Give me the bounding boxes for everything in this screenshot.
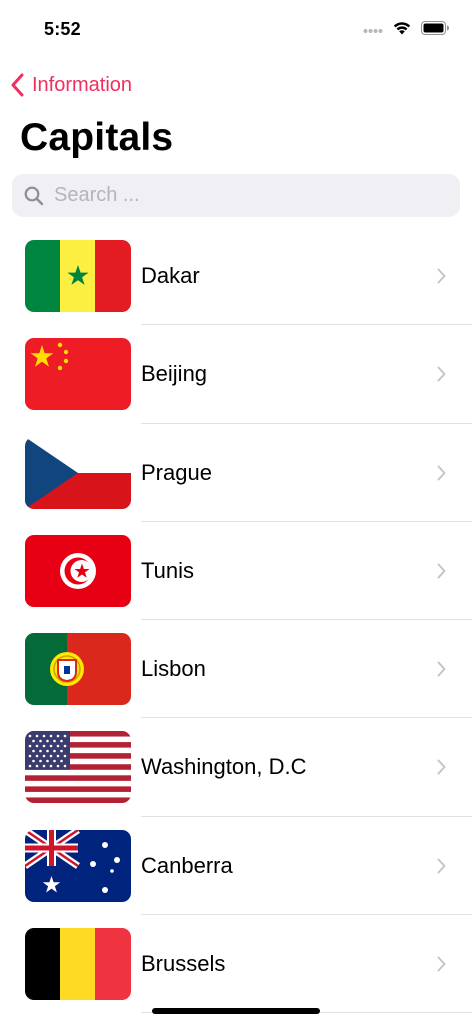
chevron-right-icon [437,661,446,682]
chevron-right-icon [437,465,446,486]
chevron-right-icon [437,759,446,780]
list-item-beijing[interactable]: Beijing [0,325,472,424]
chevron-left-icon [10,73,24,97]
city-name: Tunis [141,557,194,583]
search-bar[interactable] [12,174,460,217]
chevron-right-icon [437,563,446,584]
search-input[interactable] [52,183,436,208]
chevron-right-icon [437,956,446,977]
list-item-tunis[interactable]: Tunis [0,522,472,621]
home-indicator[interactable] [152,1008,320,1014]
city-name: Lisbon [141,656,206,682]
usa-flag-icon [25,731,131,804]
chevron-right-icon [437,366,446,387]
belgium-flag-icon [25,928,131,1001]
australia-flag-icon [25,829,131,902]
back-button-label: Information [32,73,133,96]
list-item-washington-dc[interactable]: Washington, D.C [0,718,472,817]
battery-icon [421,20,450,40]
list-item-lisbon[interactable]: Lisbon [0,620,472,719]
city-name: Canberra [141,852,233,878]
capitals-list: Dakar Beijing Prague Tunis Lisbon Washin… [0,227,472,1014]
city-name: Dakar [141,263,200,288]
city-name: Washington, D.C [141,754,307,780]
czech-republic-flag-icon [25,436,131,509]
tunisia-flag-icon [25,534,131,607]
list-item-canberra[interactable]: Canberra [0,817,472,916]
china-flag-icon [25,338,131,411]
search-icon [24,186,44,206]
city-name: Brussels [141,951,226,977]
city-name: Prague [141,459,212,485]
status-bar: 5:52 [0,0,472,60]
list-item-brussels[interactable]: Brussels [0,915,472,1014]
city-name: Beijing [141,361,208,387]
status-icons [363,20,450,40]
senegal-flag-icon [25,240,131,312]
chevron-right-icon [437,858,446,879]
wifi-icon [392,20,412,40]
list-item-dakar[interactable]: Dakar [0,227,472,326]
chevron-right-icon [437,268,446,289]
status-time: 5:52 [44,19,81,39]
portugal-flag-icon [25,633,131,706]
list-item-prague[interactable]: Prague [0,424,472,522]
page-title: Capitals [20,116,174,159]
cellular-signal-icon [363,21,383,39]
back-button[interactable]: Information [10,70,132,100]
